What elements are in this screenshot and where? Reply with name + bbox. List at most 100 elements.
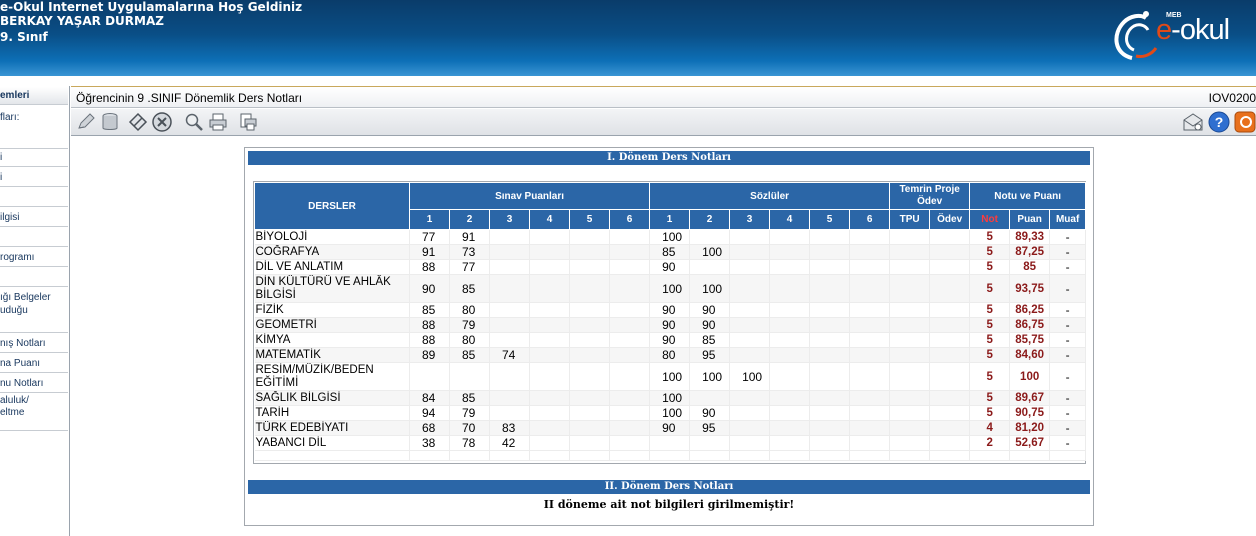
- sidebar-item[interactable]: nış Notları: [0, 333, 68, 353]
- sidebar-item[interactable]: [0, 267, 68, 287]
- sidebar-item[interactable]: i: [0, 167, 68, 187]
- oral-score: [849, 405, 891, 421]
- exam-score: [489, 274, 530, 303]
- edit-button[interactable]: [75, 111, 97, 133]
- grade-row: KİMYA 88 80 90 85 5 85,75-: [254, 332, 1087, 348]
- result-header: Notu ve Puanı: [969, 182, 1087, 210]
- course-name: TÜRK EDEBİYATI: [254, 420, 410, 436]
- exam-score: 85: [449, 390, 490, 406]
- grade-puan: 89,33: [1009, 229, 1051, 245]
- oral-score: 90: [689, 405, 731, 421]
- oral-score: [809, 302, 851, 318]
- exam-score: [569, 435, 610, 451]
- exam-score: [609, 229, 651, 245]
- sidebar-item[interactable]: ilgisi: [0, 207, 68, 227]
- grade-muaf: -: [1049, 347, 1087, 363]
- grade-row: DİL VE ANLATIM 88 77 90 5 85-: [254, 259, 1087, 275]
- oral-score: [729, 244, 771, 260]
- exam-score: 91: [449, 229, 490, 245]
- tpu-score: [889, 259, 931, 275]
- exam-number-header: 3: [489, 209, 530, 230]
- oral-score: [729, 347, 771, 363]
- exam-score: 89: [409, 347, 450, 363]
- exam-score: [489, 259, 530, 275]
- exam-score: [529, 347, 570, 363]
- exam-score: [609, 317, 651, 333]
- exam-score: 84: [409, 390, 450, 406]
- oral-score: [809, 362, 851, 391]
- exam-score: [529, 274, 570, 303]
- exam-score: [529, 244, 570, 260]
- exam-score: [609, 259, 651, 275]
- grade-muaf: -: [1049, 229, 1087, 245]
- database-button[interactable]: [99, 111, 121, 133]
- sidebar-item[interactable]: eltme: [0, 406, 68, 431]
- exam-score: [609, 347, 651, 363]
- oral-score: [809, 347, 851, 363]
- grade-not: 5: [969, 347, 1011, 363]
- help-button[interactable]: ?: [1208, 111, 1230, 133]
- tpu-header: TPU: [889, 209, 931, 230]
- title-bar: Öğrencinin 9 .SINIF Dönemlik Ders Notlar…: [71, 86, 1256, 108]
- grade-row: TÜRK EDEBİYATI 68 70 83 90 95 4 81,20-: [254, 420, 1087, 436]
- oral-score: [809, 405, 851, 421]
- oral-score: 85: [649, 244, 691, 260]
- oral-score: [769, 302, 811, 318]
- exam-score: 77: [449, 259, 490, 275]
- exam-score: [529, 362, 570, 391]
- sidebar-item[interactable]: uduğu: [0, 303, 68, 333]
- exam-score: 91: [409, 244, 450, 260]
- logo-dash: -: [1171, 14, 1181, 46]
- exam-score: [569, 317, 610, 333]
- exam-score: [489, 405, 530, 421]
- tpu-score: [889, 244, 931, 260]
- print-preview-button[interactable]: [237, 111, 259, 133]
- term1-grades-box: DERSLER Sınav Puanları Sözlüler Temrin P…: [253, 181, 1087, 464]
- exam-number-header: 2: [449, 209, 490, 230]
- sidebar-item[interactable]: na Puanı: [0, 353, 68, 373]
- sidebar-item[interactable]: ığı Belgeler: [0, 287, 68, 303]
- sidebar-item[interactable]: [0, 227, 68, 247]
- sidebar-item[interactable]: nu Notları: [0, 373, 68, 393]
- odev-score: [929, 244, 971, 260]
- eraser-button[interactable]: [127, 111, 149, 133]
- muaf-header: Muaf: [1049, 209, 1087, 230]
- exam-score: [569, 302, 610, 318]
- help-icon: ?: [1208, 111, 1230, 133]
- oral-score: [809, 229, 851, 245]
- grade-muaf: -: [1049, 317, 1087, 333]
- grade-muaf: -: [1049, 302, 1087, 318]
- grade-not: 5: [969, 390, 1011, 406]
- sidebar-item[interactable]: i: [0, 149, 68, 167]
- print-button[interactable]: [207, 111, 229, 133]
- cancel-button[interactable]: [151, 111, 173, 133]
- grade-not: 2: [969, 435, 1011, 451]
- grade-puan: 81,20: [1009, 420, 1051, 436]
- sidebar-item[interactable]: rogramı: [0, 247, 68, 267]
- search-button[interactable]: [183, 111, 205, 133]
- oral-score: [769, 274, 811, 303]
- oral-score: [689, 229, 731, 245]
- grade-not: 5: [969, 405, 1011, 421]
- grade-row: FİZİK 85 80 90 90 5 86,25-: [254, 302, 1087, 318]
- grade-not: 4: [969, 420, 1011, 436]
- grade-row: TARİH 94 79 100 90 5 90,75-: [254, 405, 1087, 421]
- course-name: SAĞLIK BİLGİSİ: [254, 390, 410, 406]
- exam-score: 94: [409, 405, 450, 421]
- search-icon: [185, 113, 203, 131]
- student-class: 9. Sınıf: [0, 30, 48, 44]
- oral-score: 100: [729, 362, 771, 391]
- grade-muaf: -: [1049, 259, 1087, 275]
- exam-score: [569, 405, 610, 421]
- sidebar-item[interactable]: [0, 187, 68, 207]
- exam-score: 68: [409, 420, 450, 436]
- sidebar-item-label: fları:: [0, 106, 68, 148]
- sidebar-header[interactable]: emleri: [0, 87, 68, 105]
- oral-score: [809, 390, 851, 406]
- logo-text: e-okul: [1156, 14, 1230, 47]
- exit-button[interactable]: [1234, 111, 1256, 133]
- mail-button[interactable]: [1182, 111, 1204, 133]
- exam-score: [489, 390, 530, 406]
- sidebar-item[interactable]: aluluk/: [0, 393, 68, 406]
- oral-score: 90: [649, 420, 691, 436]
